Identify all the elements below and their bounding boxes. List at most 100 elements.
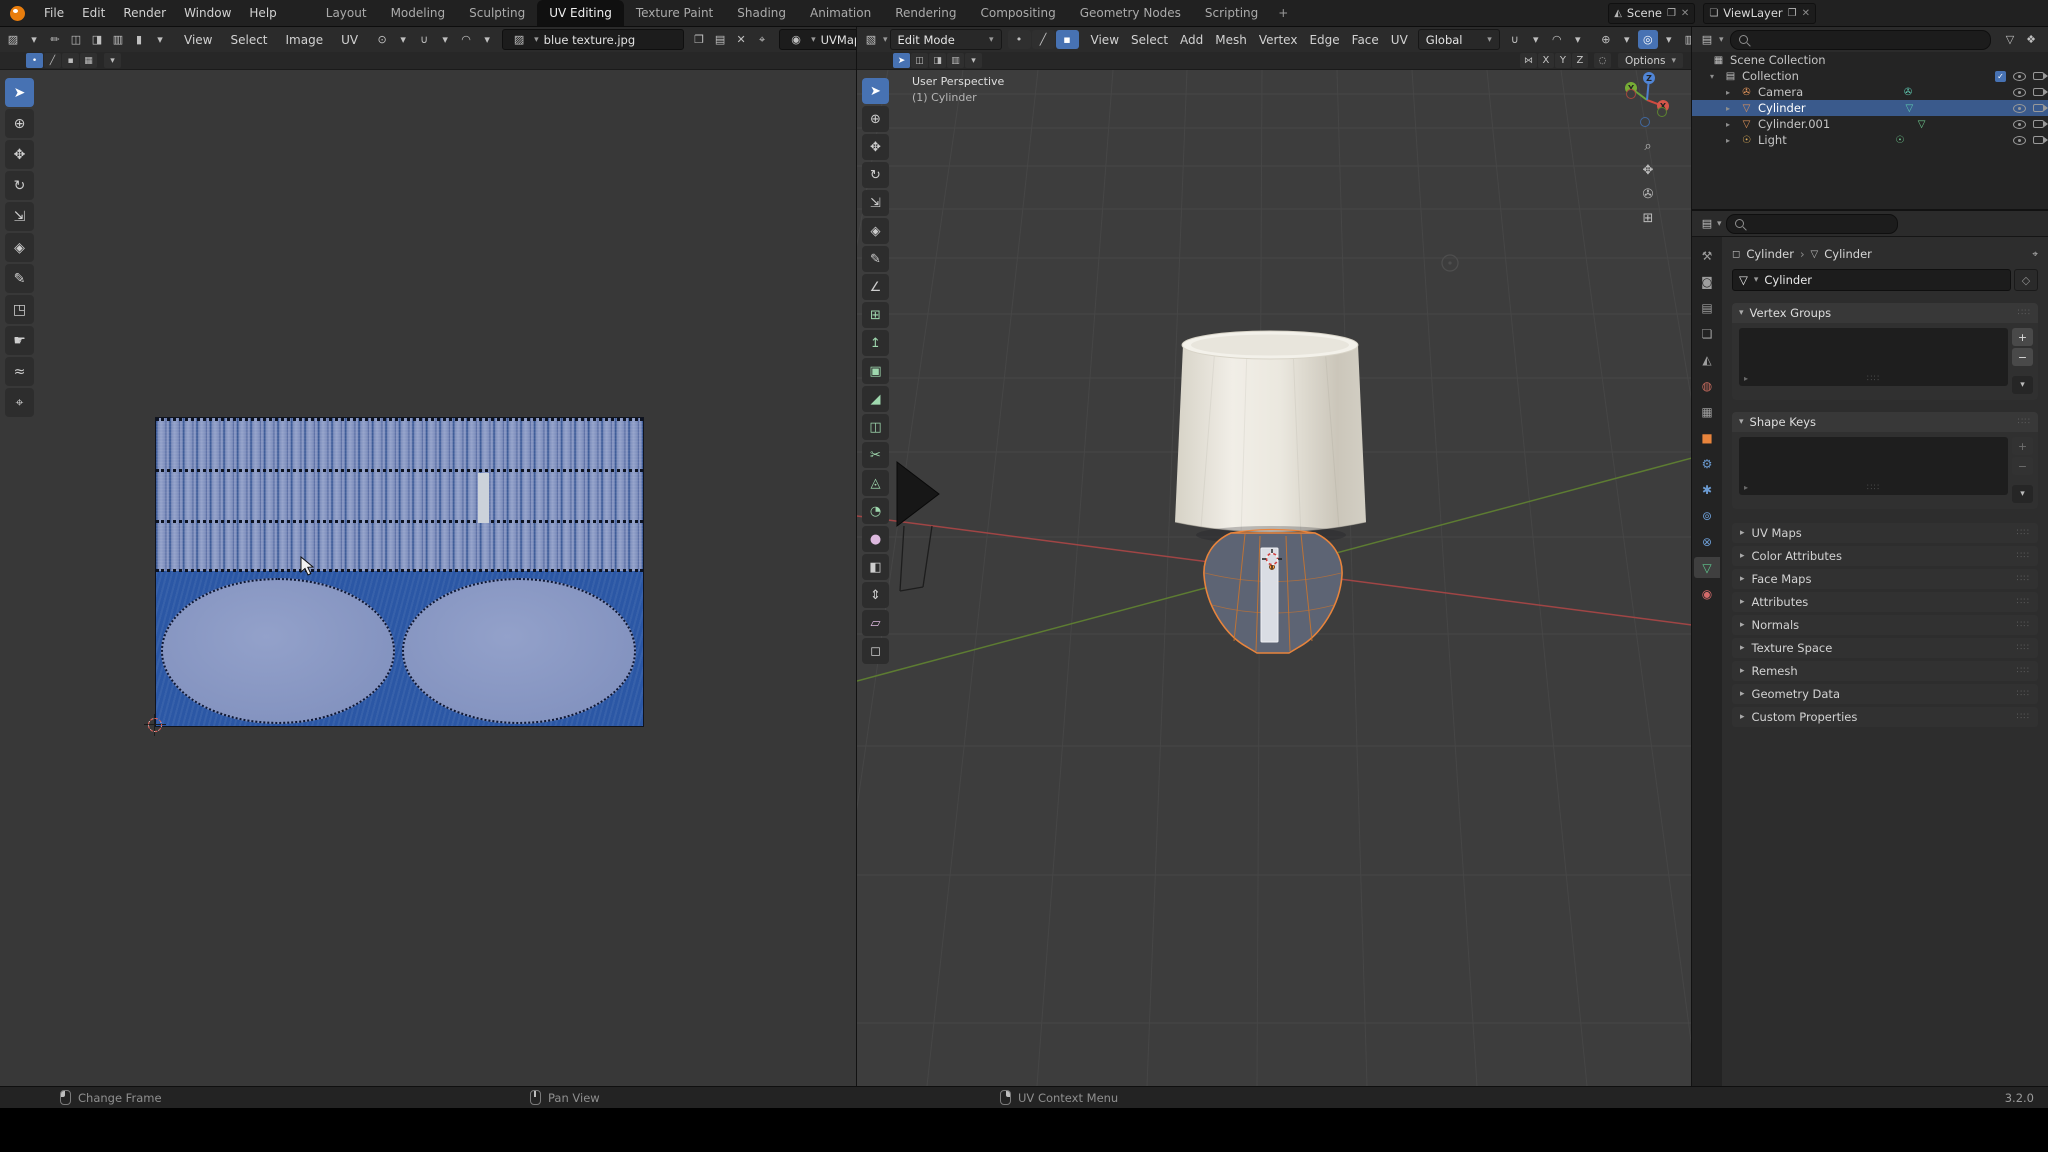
display-channel-color-icon[interactable]: ◫ <box>66 30 86 49</box>
viewport-menu-item[interactable]: Face <box>1346 33 1385 47</box>
tool-pencil-icon[interactable]: ✏ <box>45 30 65 49</box>
workspace-tab[interactable]: Shading <box>725 0 798 26</box>
tab-physics[interactable]: ⊚ <box>1694 505 1720 526</box>
viewport-menu-item[interactable]: Mesh <box>1209 33 1253 47</box>
uv-select-island[interactable]: ▦ <box>80 53 97 68</box>
measure-tool[interactable]: ∠ <box>862 274 889 300</box>
tool-option-chevron[interactable]: ▾ <box>965 53 982 68</box>
cursor-tool[interactable]: ⊕ <box>5 109 34 138</box>
unlink-image-icon[interactable]: ✕ <box>731 30 751 49</box>
rotate-tool[interactable]: ↻ <box>862 162 889 188</box>
grip-icon[interactable]: ∷∷ <box>2017 551 2030 561</box>
vertex-select-mode[interactable]: • <box>1008 30 1031 49</box>
app-menu-item[interactable]: Edit <box>73 6 114 20</box>
light-object[interactable] <box>1442 255 1458 271</box>
grip-icon[interactable]: ∷∷ <box>2018 417 2031 427</box>
uv-bottom-region[interactable] <box>156 571 643 726</box>
breadcrumb-object[interactable]: Cylinder <box>1746 247 1794 261</box>
hide-in-viewport-icon[interactable] <box>2013 104 2026 113</box>
grip-icon[interactable]: ∷∷ <box>2017 528 2030 538</box>
relax-tool[interactable]: ≈ <box>5 357 34 386</box>
grip-icon[interactable]: ∷∷ <box>2017 597 2030 607</box>
outliner-search-input[interactable] <box>1730 30 1991 50</box>
workspace-tab[interactable]: Sculpting <box>457 0 537 26</box>
add-item-button[interactable]: + <box>2012 437 2033 455</box>
remove-item-button[interactable]: − <box>2012 457 2033 475</box>
collapsed-panel[interactable]: ▸ Texture Space ∷∷ <box>1732 638 2038 658</box>
uv-select-vertex[interactable]: • <box>26 53 43 68</box>
editor-divider[interactable] <box>1691 27 1692 1086</box>
ortho-toggle-icon[interactable]: ⊞ <box>1637 207 1659 229</box>
scale-tool[interactable]: ⇲ <box>5 202 34 231</box>
outliner-row[interactable]: ▸ ▽ Cylinder ▽ <box>1692 100 2048 116</box>
tool-option-icon-1[interactable]: ◫ <box>911 53 928 68</box>
tab-world[interactable]: ◍ <box>1694 375 1720 396</box>
viewport-menu-item[interactable]: View <box>1085 33 1125 47</box>
collapsed-panel[interactable]: ▸ Normals ∷∷ <box>1732 615 2038 635</box>
workspace-tab[interactable]: UV Editing <box>537 0 624 26</box>
workspace-tab[interactable]: Layout <box>314 0 379 26</box>
tab-modifiers[interactable]: ⚙ <box>1694 453 1720 474</box>
zoom-view-icon[interactable]: ⌕ <box>1637 135 1659 157</box>
uv-2d-cursor[interactable] <box>148 718 162 732</box>
rip-region-tool[interactable]: ◻ <box>862 638 889 664</box>
workspace-tab[interactable]: Modeling <box>379 0 458 26</box>
expander-icon[interactable]: ▸ <box>1726 136 1739 145</box>
knife-tool[interactable]: ✂ <box>862 442 889 468</box>
annotate-tool[interactable]: ✎ <box>862 246 889 272</box>
panel-list-box[interactable]: ▸ ∷∷ <box>1739 328 2008 386</box>
display-channel-z-icon[interactable]: ▮ <box>129 30 149 49</box>
overlays-icon[interactable]: ◎ <box>1638 30 1658 49</box>
add-workspace-button[interactable]: + <box>1270 0 1296 26</box>
grip-icon[interactable]: ∷∷ <box>1867 483 1880 493</box>
uv-texture-image[interactable] <box>155 417 644 727</box>
grip-icon[interactable]: ∷∷ <box>2017 712 2030 722</box>
app-menu-item[interactable]: Render <box>114 6 175 20</box>
uv-select-face[interactable]: ▪ <box>62 53 79 68</box>
pivot-icon[interactable]: ⊙ <box>372 30 392 49</box>
viewport-menu-item[interactable]: UV <box>1385 33 1414 47</box>
editor-type-3d-icon[interactable]: ▧ <box>861 30 881 49</box>
grip-icon[interactable]: ∷∷ <box>2018 308 2031 318</box>
uv-island-cap-right[interactable] <box>402 578 636 724</box>
proportional-editing-icon[interactable]: ◠ <box>456 30 476 49</box>
editor-divider[interactable] <box>856 27 857 1086</box>
tab-scene[interactable]: ◭ <box>1694 349 1720 370</box>
pin-icon[interactable]: ⌖ <box>2032 249 2038 260</box>
disable-in-renders-icon[interactable] <box>2033 72 2044 80</box>
extrude-region-tool[interactable]: ↥ <box>862 330 889 356</box>
outliner-row[interactable]: ▸ ▽ Cylinder.001 ▽ <box>1692 116 2048 132</box>
shrink-fatten-tool[interactable]: ⇕ <box>862 582 889 608</box>
cursor-tool[interactable]: ⊕ <box>862 106 889 132</box>
viewport-menu-item[interactable]: Edge <box>1303 33 1345 47</box>
disable-in-renders-icon[interactable] <box>2033 120 2044 128</box>
app-menu-item[interactable]: Window <box>175 6 240 20</box>
close-scene-icon[interactable]: ✕ <box>1681 8 1689 19</box>
pin-icon[interactable]: ⌖ <box>752 30 772 49</box>
expander-icon[interactable]: ▸ <box>1726 120 1739 129</box>
collapsed-panel[interactable]: ▸ Color Attributes ∷∷ <box>1732 546 2038 566</box>
tab-collection[interactable]: ▦ <box>1694 401 1720 422</box>
add-cube-tool[interactable]: ⊞ <box>862 302 889 328</box>
shear-tool[interactable]: ▱ <box>862 610 889 636</box>
overlays-chevron[interactable]: ▾ <box>1659 30 1679 49</box>
panel-list-box[interactable]: ▸ ∷∷ <box>1739 437 2008 495</box>
collapsed-panel[interactable]: ▸ Remesh ∷∷ <box>1732 661 2038 681</box>
blender-logo-icon[interactable] <box>10 6 25 21</box>
collapsed-panel[interactable]: ▸ Custom Properties ∷∷ <box>1732 707 2038 727</box>
outliner-row[interactable]: ▸ ☉ Light ☉ <box>1692 132 2048 148</box>
tab-object-data[interactable]: ▽ <box>1694 557 1720 578</box>
viewport-scene[interactable] <box>857 70 1691 1086</box>
new-scene-icon[interactable]: ❐ <box>1667 8 1676 19</box>
tool-option-icon-2[interactable]: ◨ <box>929 53 946 68</box>
hide-in-viewport-icon[interactable] <box>2013 136 2026 145</box>
tab-object[interactable]: ■ <box>1694 427 1720 448</box>
rip-region-tool[interactable]: ◳ <box>5 295 34 324</box>
image-selector[interactable]: ▨ ▾ blue texture.jpg <box>502 29 684 50</box>
filter-options-icon[interactable]: ❖ <box>2021 30 2041 49</box>
proportional-chevron[interactable]: ▾ <box>477 30 497 49</box>
snap-magnet-icon[interactable]: ∪ <box>414 30 434 49</box>
workspace-tab[interactable]: Animation <box>798 0 883 26</box>
shield-icon[interactable]: ◇ <box>2014 269 2038 291</box>
editor-type-properties-icon[interactable]: ▤ <box>1697 214 1717 233</box>
